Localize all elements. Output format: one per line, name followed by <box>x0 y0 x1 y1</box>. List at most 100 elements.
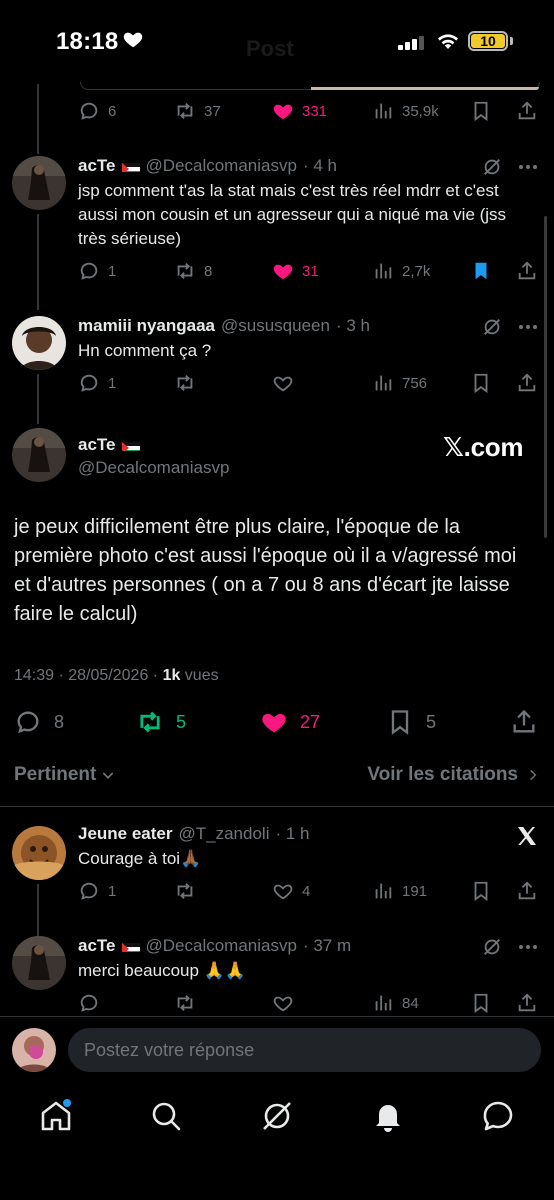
main-author[interactable]: acTe <box>78 435 140 455</box>
main-tweet-actions: 8 5 27 5 <box>0 706 554 738</box>
like-icon <box>262 713 286 733</box>
x-logo-icon <box>518 827 536 845</box>
reply-button[interactable] <box>78 988 100 1018</box>
repost-count: 37 <box>204 102 221 120</box>
bookmark-button[interactable]: 5 <box>386 706 436 738</box>
reply-button[interactable]: 8 <box>14 706 64 738</box>
main-views-count: 1k <box>162 667 181 684</box>
thread-line <box>37 374 39 424</box>
share-icon[interactable] <box>516 368 538 398</box>
tab-home[interactable] <box>38 1098 74 1134</box>
share-icon[interactable] <box>516 988 538 1018</box>
tab-grok[interactable] <box>259 1098 295 1134</box>
battery-cap <box>510 37 513 45</box>
tab-search[interactable] <box>148 1098 184 1134</box>
reply-text: Hn comment ça ? <box>78 341 212 360</box>
xcom-watermark: 𝕏.com <box>443 432 524 462</box>
author-name[interactable]: acTe <box>78 936 116 956</box>
like-button[interactable]: 31 <box>272 256 319 286</box>
media-card-edge[interactable] <box>80 82 540 90</box>
like-button[interactable] <box>272 988 294 1018</box>
author-name[interactable]: Jeune eater <box>78 824 173 844</box>
view-quotes-link[interactable]: Voir les citations <box>367 764 540 786</box>
tab-notifications[interactable] <box>370 1098 406 1134</box>
avatar[interactable] <box>12 826 66 880</box>
repost-button[interactable] <box>174 876 196 906</box>
like-button[interactable]: 331 <box>272 96 327 126</box>
author-name[interactable]: mamiii nyangaaa <box>78 316 215 336</box>
views-button[interactable]: 191 <box>372 876 427 906</box>
more-icon[interactable] <box>516 315 540 339</box>
chevron-down-icon <box>103 772 114 779</box>
more-icon[interactable] <box>516 155 540 179</box>
share-icon[interactable] <box>516 96 538 126</box>
reply-text: Courage à toi🙏🏾 <box>78 849 202 868</box>
author-handle[interactable]: @T_zandoli <box>179 824 270 844</box>
bookmark-icon <box>391 710 409 735</box>
share-button[interactable] <box>510 706 538 738</box>
reply-count: 1 <box>108 262 117 280</box>
reply-button[interactable]: 6 <box>78 96 116 126</box>
grok-icon[interactable] <box>481 936 503 958</box>
author-handle[interactable]: @sususqueen <box>221 316 330 336</box>
post-time: · 3 h <box>335 316 370 335</box>
views-count: 84 <box>402 994 419 1012</box>
sort-pertinent-dropdown[interactable]: Pertinent <box>14 764 116 786</box>
like-button[interactable]: 27 <box>260 706 320 738</box>
reply-header: Jeune eater @T_zandoli · 1 h <box>78 824 310 844</box>
wifi-icon <box>438 34 458 49</box>
my-avatar[interactable] <box>12 1028 56 1072</box>
like-button[interactable]: 4 <box>272 876 310 906</box>
like-icon <box>273 884 293 900</box>
views-button[interactable]: 756 <box>372 368 427 398</box>
main-timestamp: 14:39 · 28/05/2026 · <box>14 667 163 684</box>
views-button[interactable]: 84 <box>372 988 419 1018</box>
author-handle[interactable]: @Decalcomaniasvp <box>146 936 297 956</box>
avatar[interactable] <box>12 156 66 210</box>
author-name[interactable]: acTe <box>78 156 116 176</box>
reply-text: merci beaucoup 🙏🙏 <box>78 961 247 980</box>
reply-button[interactable]: 1 <box>78 368 116 398</box>
main-author-name[interactable]: acTe <box>78 435 116 455</box>
repost-icon <box>177 263 193 279</box>
views-count: 35,9k <box>402 102 439 120</box>
bookmark-icon[interactable] <box>470 96 492 126</box>
reply-header: acTe @Decalcomaniasvp · 37 m <box>78 936 351 956</box>
reply-count: 1 <box>108 882 117 900</box>
reply-count: 6 <box>108 102 117 120</box>
repost-button[interactable] <box>174 368 196 398</box>
avatar[interactable] <box>12 316 66 370</box>
more-icon[interactable] <box>516 935 540 959</box>
scrollbar[interactable] <box>544 216 547 538</box>
repost-button[interactable]: 8 <box>174 256 212 286</box>
author-handle[interactable]: @Decalcomaniasvp <box>146 156 297 176</box>
grok-icon[interactable] <box>481 316 503 338</box>
divider <box>0 1016 554 1017</box>
like-count: 331 <box>302 102 328 120</box>
views-button[interactable]: 2,7k <box>372 256 430 286</box>
share-icon[interactable] <box>516 876 538 906</box>
like-icon <box>273 104 293 120</box>
reply-button[interactable]: 1 <box>78 256 116 286</box>
main-author-avatar[interactable] <box>12 428 66 482</box>
like-button[interactable] <box>272 368 294 398</box>
main-tweet-text: je peux difficilement être plus claire, … <box>14 516 517 625</box>
bookmark-icon[interactable] <box>470 988 492 1018</box>
share-icon[interactable] <box>516 256 538 286</box>
tab-messages[interactable] <box>480 1098 516 1134</box>
bookmark-icon[interactable] <box>470 876 492 906</box>
bookmark-filled-icon[interactable] <box>470 256 492 286</box>
repost-button[interactable]: 37 <box>174 96 221 126</box>
main-author-handle[interactable]: @Decalcomaniasvp <box>78 458 229 478</box>
thread-line <box>37 214 39 310</box>
avatar[interactable] <box>12 936 66 990</box>
bookmark-icon[interactable] <box>470 368 492 398</box>
ghost-page-title: Post <box>246 36 294 61</box>
grok-icon[interactable] <box>481 156 503 178</box>
reply-button[interactable]: 1 <box>78 876 116 906</box>
repost-button[interactable]: 5 <box>136 706 186 738</box>
views-button[interactable]: 35,9k <box>372 96 439 126</box>
repost-button[interactable] <box>174 988 196 1018</box>
main-views-label: vues <box>180 667 219 684</box>
reply-input[interactable] <box>68 1028 541 1072</box>
